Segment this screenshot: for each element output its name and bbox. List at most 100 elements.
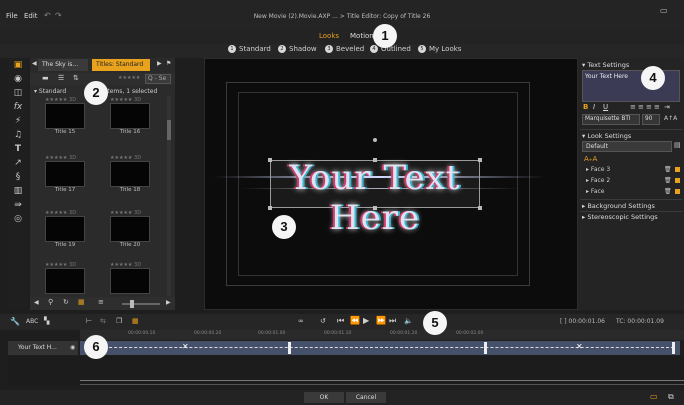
align-center-icon[interactable]: ≡ — [638, 103, 644, 111]
rotate-handle[interactable] — [373, 138, 377, 142]
timeline-scroll-track[interactable] — [80, 384, 684, 385]
grid-view-icon[interactable]: ▦ — [78, 298, 85, 306]
step-back-icon[interactable]: ⏪ — [350, 316, 360, 325]
filter-my-looks[interactable]: 5 My Looks — [418, 45, 461, 53]
sound-icon[interactable]: § — [12, 172, 24, 184]
background-settings-header[interactable]: ▸ Background Settings — [582, 202, 655, 210]
text-direction-icon[interactable]: ⇥ — [664, 103, 670, 111]
volume-icon[interactable]: 🔈 — [404, 317, 413, 325]
face-row[interactable]: ▸ Face 2 — [586, 177, 610, 184]
filter-shadow[interactable]: 2 Shadow — [278, 45, 317, 53]
title-text-input[interactable]: Your Text Here — [582, 70, 680, 102]
keyframe-marker[interactable] — [288, 342, 291, 354]
settings-icon[interactable]: ◎ — [12, 214, 24, 226]
refresh-icon[interactable]: ↻ — [63, 298, 69, 306]
split-icon[interactable]: ⇆ — [100, 317, 106, 325]
current-timecode[interactable]: TC: 00:00:01.09 — [616, 318, 664, 325]
library-tab-titles[interactable]: Titles: Standard — [92, 59, 150, 71]
timeline-ruler[interactable]: 00:00:00.10 00:00:00.20 00:00:01.00 00:0… — [80, 330, 684, 340]
align-icon[interactable]: ⊢ — [86, 317, 92, 325]
repeat-icon[interactable]: ↺ — [320, 317, 326, 325]
montage-icon[interactable]: ⇛ — [12, 200, 24, 212]
effects-icon[interactable]: fx — [12, 102, 24, 114]
look-preset-select[interactable]: Default — [582, 141, 672, 152]
copy-icon[interactable]: ❐ — [116, 317, 122, 325]
face-color-swatch[interactable] — [675, 189, 680, 194]
timeline-scroll-track[interactable] — [80, 380, 684, 381]
pin-icon[interactable]: ⚲ — [48, 298, 53, 306]
loop-icon[interactable]: ∞ — [298, 317, 304, 325]
go-to-start-icon[interactable]: ⏮ — [337, 316, 344, 326]
list-item[interactable]: ★★★★★ 3D Title 17 — [45, 155, 85, 193]
list-view-icon[interactable]: ☰ — [58, 74, 64, 82]
keyframe-x-icon[interactable]: ✕ — [182, 342, 189, 351]
library-scroll-thumb[interactable] — [167, 120, 171, 140]
monitor-icon[interactable]: ▭ — [650, 392, 658, 401]
library-tab-sky[interactable]: The Sky is... — [38, 59, 88, 71]
justify-icon[interactable]: ≡ — [654, 103, 660, 111]
filter-standard[interactable]: 1 Standard — [228, 45, 271, 53]
tab-prev-icon[interactable]: ◀ — [32, 60, 37, 67]
disc-icon[interactable]: ◉ — [12, 74, 24, 86]
list-item[interactable]: ★★★★★ 3D Title 15 — [45, 97, 85, 135]
eye-icon[interactable]: ◉ — [70, 344, 75, 351]
zoom-slider[interactable] — [122, 303, 160, 305]
duration-timecode[interactable]: [ ] 00:00:01.06 — [560, 318, 605, 325]
motion-icon[interactable]: ↗ — [12, 158, 24, 170]
music-icon[interactable]: ♫ — [12, 130, 24, 142]
track-header[interactable]: Your Text H... — [8, 341, 78, 355]
font-size-adjust-icon[interactable]: A↑A — [664, 115, 677, 122]
ok-button[interactable]: OK — [304, 392, 344, 403]
abc-icon[interactable]: ABC — [26, 318, 38, 325]
library-breadcrumb[interactable]: ▾ Standard — [34, 88, 66, 95]
save-look-icon[interactable]: ▤ — [674, 141, 681, 149]
list-item[interactable]: ★★★★★ 3D Title 20 — [110, 210, 150, 248]
list-item[interactable]: ★★★★★ 3D — [45, 262, 85, 294]
sort-icon[interactable]: ⇅ — [73, 74, 79, 82]
zoom-slider-handle[interactable] — [130, 300, 134, 308]
align-left-icon[interactable]: ≡ — [630, 103, 636, 111]
delete-icon[interactable]: 🗑 — [664, 188, 672, 195]
face-color-swatch[interactable] — [675, 178, 680, 183]
external-preview-icon[interactable]: ⧉ — [668, 392, 674, 402]
filter-beveled[interactable]: 3 Beveled — [325, 45, 364, 53]
underline-button[interactable]: U — [603, 103, 608, 111]
title-icon[interactable]: T — [12, 144, 24, 156]
folder-icon[interactable]: ▬ — [42, 74, 49, 82]
face-row[interactable]: ▸ Face 3 — [586, 166, 610, 173]
maximize-icon[interactable]: ▭ — [660, 6, 668, 15]
bold-button[interactable]: B — [583, 103, 588, 111]
italic-button[interactable]: I — [593, 103, 595, 111]
transition-icon[interactable]: ⚡ — [12, 116, 24, 128]
delete-icon[interactable]: 🗑 — [664, 177, 672, 184]
menu-icon[interactable]: ▥ — [12, 186, 24, 198]
rating-filter[interactable]: ★★★★★ — [118, 75, 140, 81]
text-settings-header[interactable]: ▾ Text Settings — [582, 61, 629, 69]
keyframe-marker[interactable] — [484, 342, 487, 354]
cancel-button[interactable]: Cancel — [346, 392, 386, 403]
snapshot-icon[interactable]: ▦ — [132, 317, 139, 325]
library-search-input[interactable]: Q - Se — [145, 74, 171, 84]
clip-icon[interactable]: ▚ — [44, 317, 49, 325]
keyframe-marker[interactable] — [672, 342, 675, 354]
font-size-select[interactable]: 90 — [642, 114, 660, 125]
pin-icon[interactable]: ⚑ — [166, 60, 171, 67]
align-right-icon[interactable]: ≡ — [646, 103, 652, 111]
list-view-icon[interactable]: ≡ — [98, 298, 104, 306]
list-item[interactable]: ★★★★★ 3D Title 18 — [110, 155, 150, 193]
tab-looks[interactable]: Looks — [319, 32, 339, 40]
list-item[interactable]: ★★★★★ 3D — [110, 262, 150, 294]
font-family-select[interactable]: Marquisette BTI — [582, 114, 640, 125]
look-settings-header[interactable]: ▾ Look Settings — [582, 132, 631, 140]
stereoscopic-settings-header[interactable]: ▸ Stereoscopic Settings — [582, 213, 658, 221]
tab-next-icon[interactable]: ▶ — [157, 60, 162, 67]
add-face-icon[interactable]: A₊A — [584, 155, 597, 163]
clips-icon[interactable]: ◫ — [12, 88, 24, 100]
scroll-left-icon[interactable]: ◀ — [34, 299, 39, 306]
play-icon[interactable]: ▶ — [363, 316, 369, 325]
list-item[interactable]: ★★★★★ 3D Title 19 — [45, 210, 85, 248]
face-color-swatch[interactable] — [675, 167, 680, 172]
wrench-icon[interactable]: 🔧 — [10, 317, 20, 326]
step-forward-icon[interactable]: ⏩ — [376, 316, 386, 325]
go-to-end-icon[interactable]: ⏭ — [389, 316, 396, 326]
